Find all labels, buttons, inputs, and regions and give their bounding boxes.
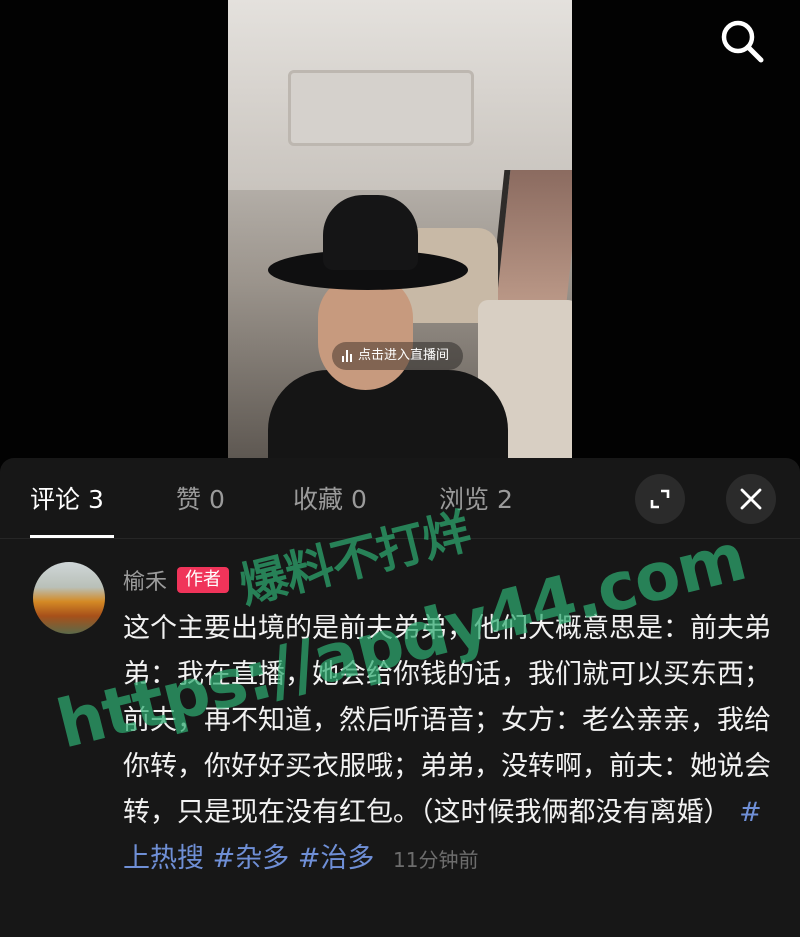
panel-tabs: 评论 3 赞 0 收藏 0 浏览 2 [0, 458, 800, 538]
tab-favorites[interactable]: 收藏 0 [293, 480, 367, 516]
close-button[interactable] [726, 474, 776, 524]
comment-text: 这个主要出境的是前夫弟弟，他们大概意思是：前夫弟弟：我在直播，她会给你钱的话，我… [123, 613, 771, 828]
search-icon [721, 20, 764, 63]
tab-comments[interactable]: 评论 3 [30, 480, 104, 516]
streamer-figure [268, 195, 508, 470]
expand-icon [650, 489, 670, 509]
tab-views[interactable]: 浏览 2 [439, 480, 513, 516]
author-name[interactable]: 榆禾 [123, 564, 167, 596]
comment-timestamp: 11分钟前 [393, 848, 479, 872]
search-button[interactable] [716, 15, 768, 67]
close-icon [740, 488, 762, 510]
comment-body: 这个主要出境的是前夫弟弟，他们大概意思是：前夫弟弟：我在直播，她会给你钱的话，我… [123, 606, 773, 883]
tab-likes[interactable]: 赞 0 [176, 480, 225, 516]
tabs-divider [0, 538, 800, 539]
live-bars-icon [342, 350, 352, 362]
hashtag-link[interactable]: #杂多 [213, 843, 290, 874]
expand-button[interactable] [635, 474, 685, 524]
streamer-jacket [268, 370, 508, 470]
cowboy-hat-crown [323, 195, 418, 270]
enter-live-room-button[interactable]: 点击进入直播间 [332, 342, 464, 370]
live-video-preview[interactable] [228, 0, 572, 470]
car-sunroof [288, 70, 474, 146]
enter-live-room-label: 点击进入直播间 [358, 348, 450, 363]
author-avatar[interactable] [33, 562, 105, 634]
streamer-face [318, 275, 413, 390]
video-area: 点击进入直播间 [0, 0, 800, 470]
author-badge: 作者 [177, 567, 230, 593]
comment-panel: 评论 3 赞 0 收藏 0 浏览 2 榆禾 作者 这个主要出境的是前夫弟弟，他们… [0, 458, 800, 937]
hashtag-link[interactable]: #治多 [298, 843, 375, 874]
author-row: 榆禾 作者 [123, 564, 230, 596]
